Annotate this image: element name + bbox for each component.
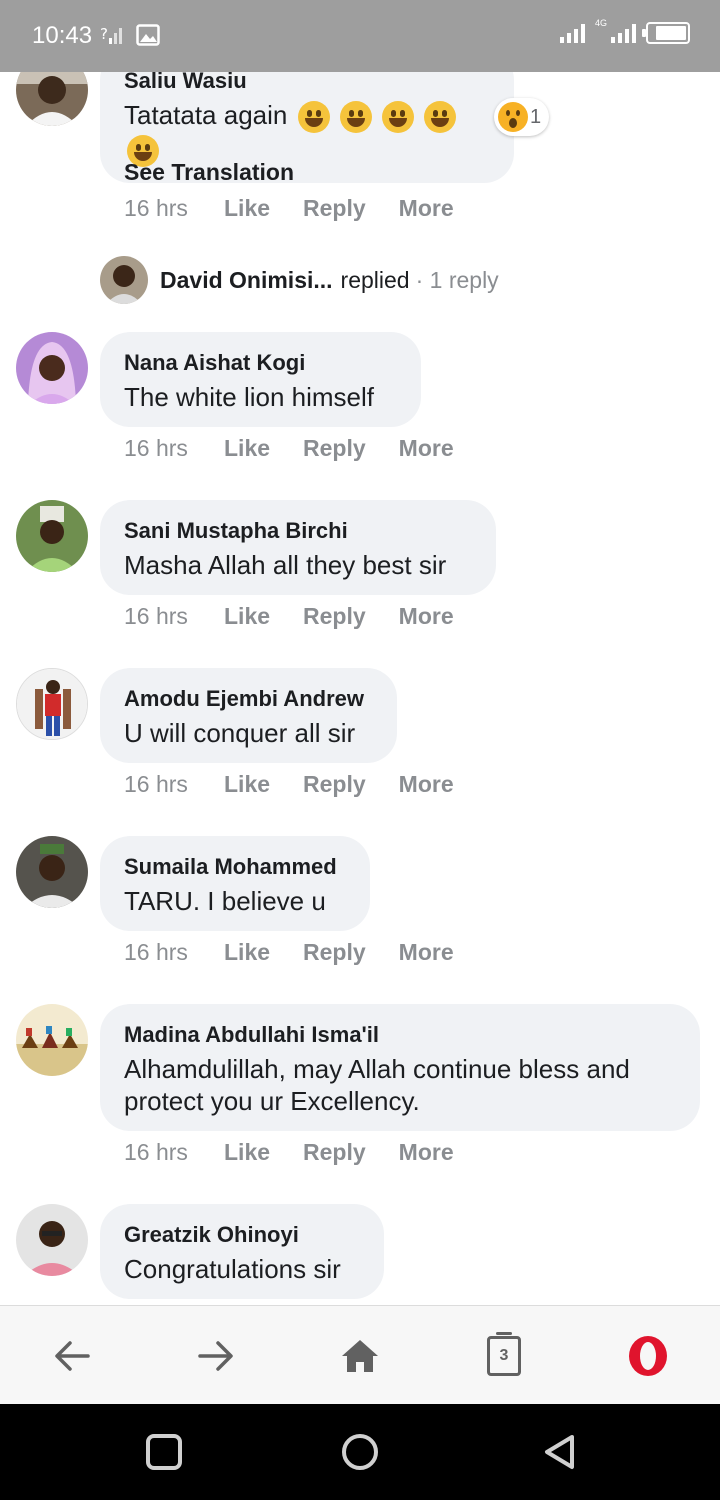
comment-actions: 16 hrs Like Reply More — [124, 603, 487, 630]
no-sim-signal-icon: ? — [100, 25, 122, 44]
commenter-name[interactable]: Greatzik Ohinoyi — [124, 1222, 360, 1248]
avatar[interactable] — [16, 1004, 88, 1076]
more-button[interactable]: More — [399, 1139, 454, 1166]
comment-text: Congratulations sir — [124, 1254, 341, 1284]
more-button[interactable]: More — [399, 603, 454, 630]
like-button[interactable]: Like — [224, 1139, 270, 1166]
comment-time: 16 hrs — [124, 195, 188, 221]
comment-bubble[interactable]: Sani Mustapha Birchi Masha Allah all the… — [100, 500, 496, 595]
reply-button[interactable]: Reply — [303, 435, 366, 462]
comment-time: 16 hrs — [124, 603, 188, 629]
avatar[interactable] — [16, 72, 88, 126]
comment-time: 16 hrs — [124, 1139, 188, 1165]
commenter-name[interactable]: Amodu Ejembi Andrew — [124, 686, 373, 712]
more-button[interactable]: More — [399, 195, 454, 222]
comment-bubble[interactable]: Sumaila Mohammed TARU. I believe u — [100, 836, 370, 931]
grin-emoji-icon — [382, 101, 415, 134]
comment-time: 16 hrs — [124, 435, 188, 461]
replied-label: replied — [340, 266, 410, 293]
like-button[interactable]: Like — [224, 771, 270, 798]
reply-avatar — [100, 256, 148, 304]
more-button[interactable]: More — [399, 771, 454, 798]
comment-bubble[interactable]: Amodu Ejembi Andrew U will conquer all s… — [100, 668, 397, 763]
status-bar: 10:43 ? 4G — [0, 0, 720, 72]
like-button[interactable]: Like — [224, 195, 270, 222]
home-icon[interactable] — [335, 1331, 385, 1381]
avatar[interactable] — [16, 668, 88, 740]
reply-button[interactable]: Reply — [303, 603, 366, 630]
replies-summary[interactable]: David Onimisi... replied · 1 reply — [100, 256, 499, 304]
comments-feed[interactable]: Saliu Wasiu Tatatata again 1 See Transla… — [0, 72, 720, 1305]
tab-count: 3 — [487, 1332, 521, 1376]
commenter-name[interactable]: Sumaila Mohammed — [124, 854, 346, 880]
comment-actions: 16 hrs Like Reply More — [124, 1139, 487, 1166]
like-button[interactable]: Like — [224, 435, 270, 462]
comment-actions: 16 hrs Like Reply More — [124, 435, 487, 462]
svg-text:?: ? — [100, 25, 108, 43]
reaction-count: 1 — [530, 105, 542, 128]
gallery-notification-icon — [136, 24, 160, 46]
browser-toolbar: 3 — [0, 1305, 720, 1404]
grinning-emoji-icon — [424, 101, 457, 134]
status-time: 10:43 — [32, 22, 93, 49]
like-button[interactable]: Like — [224, 939, 270, 966]
like-button[interactable]: Like — [224, 603, 270, 630]
comment-time: 16 hrs — [124, 939, 188, 965]
more-button[interactable]: More — [399, 939, 454, 966]
reply-button[interactable]: Reply — [303, 771, 366, 798]
signal-icon-2 — [611, 23, 636, 43]
see-translation-link[interactable]: See Translation — [124, 159, 294, 186]
commenter-name[interactable]: Nana Aishat Kogi — [124, 350, 397, 376]
opera-menu-icon[interactable] — [623, 1331, 673, 1381]
system-navigation-bar — [0, 1404, 720, 1500]
comment-text: The white lion himself — [124, 382, 374, 412]
reply-author-name[interactable]: David Onimisi... — [160, 267, 333, 294]
reply-count[interactable]: · 1 reply — [416, 267, 499, 294]
comment-bubble[interactable]: Nana Aishat Kogi The white lion himself — [100, 332, 421, 427]
comment-text: Masha Allah all they best sir — [124, 550, 447, 580]
comment-text: Alhamdulillah, may Allah continue bless … — [124, 1054, 630, 1116]
battery-icon — [642, 22, 690, 44]
comment-actions: 16 hrs Like Reply More — [124, 939, 487, 966]
avatar[interactable] — [16, 332, 88, 404]
reply-button[interactable]: Reply — [303, 195, 366, 222]
comment-actions: 16 hrs Like Reply More — [124, 195, 487, 222]
avatar[interactable] — [16, 836, 88, 908]
avatar[interactable] — [16, 1204, 88, 1276]
grin-emoji-icon — [339, 101, 372, 134]
reply-button[interactable]: Reply — [303, 939, 366, 966]
wow-reaction-icon — [498, 102, 528, 132]
recents-icon[interactable] — [144, 1432, 184, 1472]
comment-time: 16 hrs — [124, 771, 188, 797]
signal-icon — [559, 23, 585, 43]
tabs-icon[interactable]: 3 — [479, 1331, 529, 1381]
comment-bubble[interactable]: Greatzik Ohinoyi Congratulations sir — [100, 1204, 384, 1299]
commenter-name[interactable]: Saliu Wasiu — [124, 72, 490, 94]
grinning-emoji-icon — [297, 101, 330, 134]
back-triangle-icon[interactable] — [540, 1432, 580, 1472]
forward-arrow-icon[interactable] — [191, 1331, 241, 1381]
comment-bubble[interactable]: Madina Abdullahi Isma'il Alhamdulillah, … — [100, 1004, 700, 1131]
avatar[interactable] — [16, 500, 88, 572]
comment-text: U will conquer all sir — [124, 718, 356, 748]
comment-text: Tatatata again — [124, 100, 288, 130]
more-button[interactable]: More — [399, 435, 454, 462]
network-type-label: 4G — [594, 18, 607, 28]
comment-text: TARU. I believe u — [124, 886, 326, 916]
commenter-name[interactable]: Madina Abdullahi Isma'il — [124, 1022, 676, 1048]
comment-actions: 16 hrs Like Reply More — [124, 771, 487, 798]
reply-button[interactable]: Reply — [303, 1139, 366, 1166]
reaction-badge[interactable]: 1 — [494, 98, 550, 136]
home-circle-icon[interactable] — [340, 1432, 380, 1472]
back-arrow-icon[interactable] — [47, 1331, 97, 1381]
commenter-name[interactable]: Sani Mustapha Birchi — [124, 518, 472, 544]
